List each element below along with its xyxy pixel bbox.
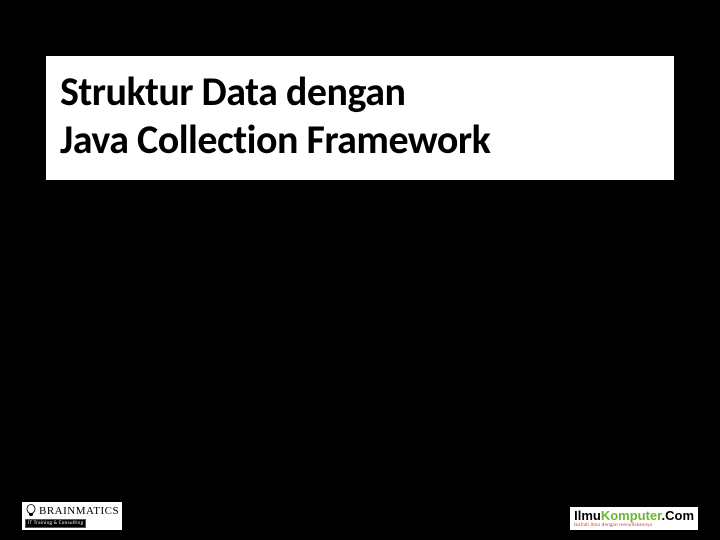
tagline-text: Ikatlah Ilmu dengan menuliskannya: [574, 522, 652, 528]
ilmu-part1: Ilmu: [574, 508, 601, 523]
title-container: Struktur Data dengan Java Collection Fra…: [46, 56, 674, 180]
logo-ilmukomputer: IlmuKomputer.Com Ikatlah Ilmu dengan men…: [570, 507, 698, 530]
title-line-1: Struktur Data dengan: [60, 68, 660, 116]
brainmatics-name: BRAINMATICS: [39, 505, 119, 517]
title-line-2: Java Collection Framework: [60, 116, 660, 164]
ilmukomputer-tagline: Ikatlah Ilmu dengan menuliskannya: [574, 522, 652, 528]
logo-brainmatics-inner: BRAINMATICS IT Training & Consulting: [25, 504, 119, 528]
logo-ilmukomputer-inner: IlmuKomputer.Com Ikatlah Ilmu dengan men…: [574, 509, 694, 528]
brainmatics-row: BRAINMATICS: [25, 504, 119, 518]
ilmu-part2: Komputer: [601, 508, 662, 523]
footer: BRAINMATICS IT Training & Consulting Ilm…: [0, 492, 720, 530]
ilmu-part3: .Com: [662, 508, 695, 523]
ilmukomputer-name: IlmuKomputer.Com: [574, 509, 694, 522]
logo-brainmatics: BRAINMATICS IT Training & Consulting: [22, 502, 122, 530]
brainmatics-subtitle: IT Training & Consulting: [25, 519, 86, 528]
bulb-icon: [25, 504, 37, 518]
